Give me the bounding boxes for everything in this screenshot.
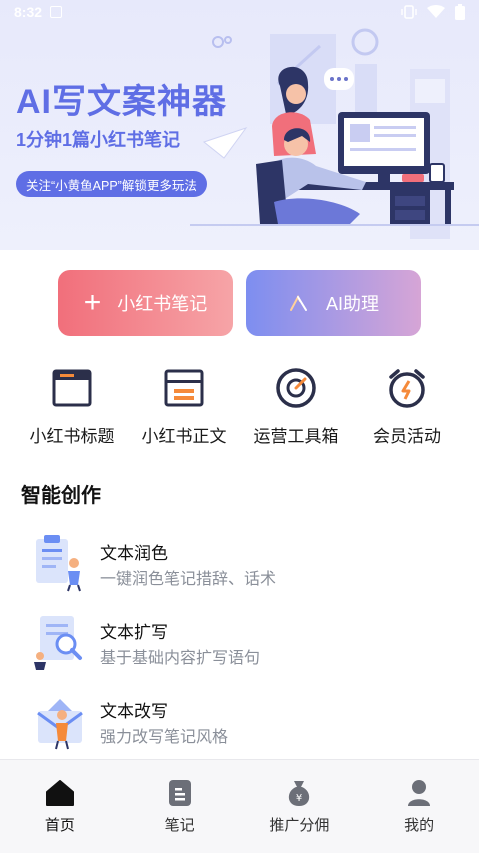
target-gauge-icon xyxy=(274,366,318,410)
tool-member-activity[interactable]: 会员活动 xyxy=(347,366,467,447)
vibrate-icon xyxy=(401,5,417,19)
tool-label: 运营工具箱 xyxy=(253,427,339,446)
creation-item-polish[interactable]: 文本润色 一键润色笔记措辞、话术 xyxy=(30,533,450,597)
creation-desc: 强力改写笔记风格 xyxy=(100,729,229,746)
creation-name: 文本润色 xyxy=(100,544,168,563)
status-time: 8:32 xyxy=(14,4,43,20)
xiaohongshu-note-label: 小红书笔记 xyxy=(117,294,208,314)
clipboard-person-icon xyxy=(36,535,81,592)
tool-xiaohongshu-body[interactable]: 小红书正文 xyxy=(124,366,244,447)
nav-label: 我的 xyxy=(404,817,435,834)
window-title-icon xyxy=(50,366,94,410)
status-bar: 8:32 xyxy=(0,0,479,24)
nav-label: 首页 xyxy=(44,817,75,834)
creation-item-expand[interactable]: 文本扩写 基于基础内容扩写语句 xyxy=(30,612,450,676)
creation-desc: 一键润色笔记措辞、话术 xyxy=(100,571,277,588)
creation-desc: 基于基础内容扩写语句 xyxy=(100,650,261,667)
wifi-icon xyxy=(427,5,445,18)
tool-label: 小红书标题 xyxy=(29,427,115,446)
ai-assistant-label: AI助理 xyxy=(325,294,379,314)
user-icon xyxy=(404,778,434,808)
ai-logo-icon xyxy=(289,294,307,311)
nav-home[interactable]: 首页 xyxy=(0,760,120,853)
home-icon xyxy=(45,778,75,808)
tool-operations-toolbox[interactable]: 运营工具箱 xyxy=(236,366,356,447)
battery-icon xyxy=(455,4,465,20)
nav-label: 笔记 xyxy=(164,817,195,834)
section-title: 智能创作 xyxy=(21,485,101,507)
nav-notes[interactable]: 笔记 xyxy=(120,760,240,853)
banner-pill[interactable]: 关注“小黄鱼APP”解锁更多玩法 xyxy=(16,171,207,197)
bottom-nav: 首页 笔记 ¥ 推广分佣 我的 xyxy=(0,759,479,853)
creation-name: 文本改写 xyxy=(100,702,168,721)
office-illustration-icon xyxy=(190,28,479,239)
plus-icon: + xyxy=(83,286,102,319)
tool-xiaohongshu-title[interactable]: 小红书标题 xyxy=(12,366,132,447)
tool-label: 小红书正文 xyxy=(141,427,227,446)
window-body-icon xyxy=(162,366,206,410)
magnifier-doc-icon xyxy=(34,616,82,670)
notification-icon xyxy=(50,6,63,18)
alarm-clock-icon xyxy=(385,366,429,410)
ai-assistant-button[interactable]: AI助理 xyxy=(246,270,421,336)
creation-item-rewrite[interactable]: 文本改写 强力改写笔记风格 xyxy=(30,691,450,755)
tool-label: 会员活动 xyxy=(373,427,441,446)
nav-label: 推广分佣 xyxy=(269,817,330,834)
money-bag-icon: ¥ xyxy=(284,778,314,808)
quick-tools: 小红书标题 小红书正文 运营工具箱 会员活动 xyxy=(0,366,479,450)
xiaohongshu-note-button[interactable]: + 小红书笔记 xyxy=(58,270,233,336)
banner-subtitle: 1分钟1篇小红书笔记 xyxy=(16,130,181,150)
nav-promotion[interactable]: ¥ 推广分佣 xyxy=(240,760,360,853)
note-icon xyxy=(165,778,195,808)
envelope-person-icon xyxy=(37,699,83,750)
promo-banner[interactable]: AI写文案神器 1分钟1篇小红书笔记 关注“小黄鱼APP”解锁更多玩法 xyxy=(0,0,479,250)
creation-name: 文本扩写 xyxy=(100,623,168,642)
svg-text:¥: ¥ xyxy=(296,793,302,804)
nav-profile[interactable]: 我的 xyxy=(359,760,479,853)
